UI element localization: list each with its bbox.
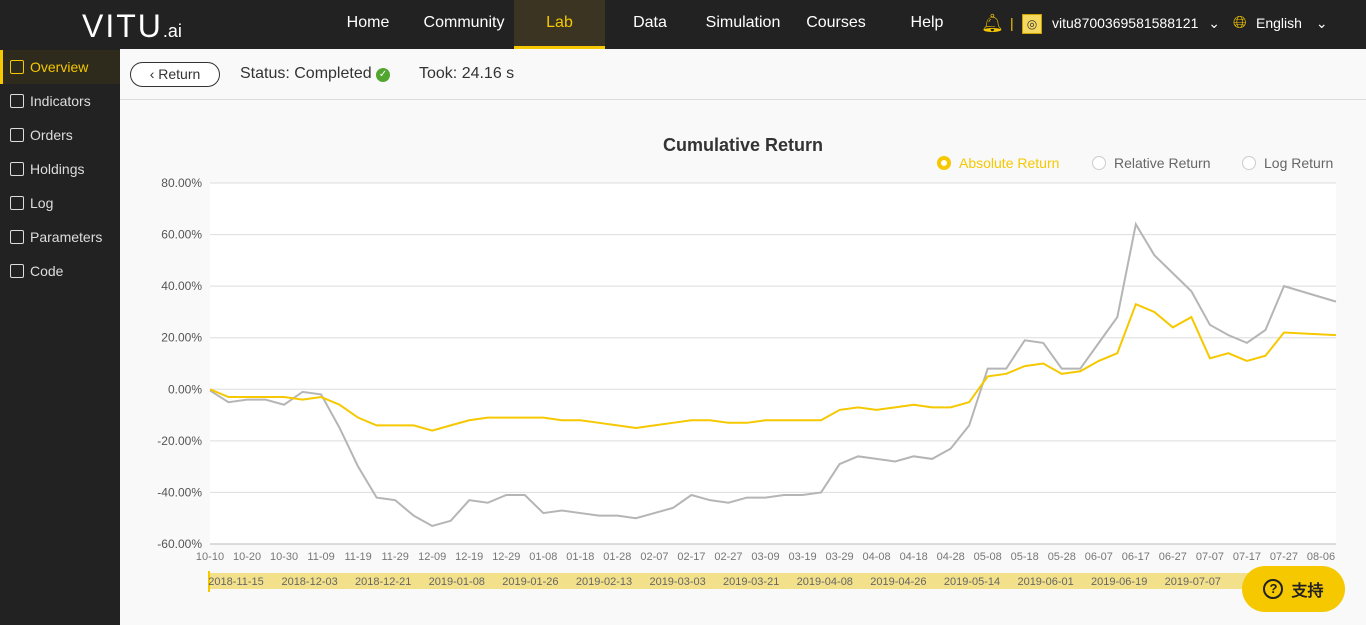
x-tick-label: 07-07 [1196,551,1224,563]
x-tick-label: 04-18 [900,551,928,563]
slider-date-label: 2019-05-14 [944,576,1000,588]
x-tick-label: 02-27 [714,551,742,563]
x-tick-label: 06-27 [1159,551,1187,563]
x-tick-label: 08-06 [1307,551,1335,563]
slider-date-label: 2019-02-13 [576,576,632,588]
x-tick-label: 10-10 [196,551,224,563]
x-tick-label: 03-09 [751,551,779,563]
x-tick-label: 07-27 [1270,551,1298,563]
x-tick-label: 07-17 [1233,551,1261,563]
x-tick-label: 05-28 [1048,551,1076,563]
slider-date-label: 2019-06-19 [1091,576,1147,588]
y-tick-label: -20.00% [157,434,202,448]
x-tick-label: 06-17 [1122,551,1150,563]
x-tick-label: 11-29 [382,551,409,563]
x-tick-label: 01-08 [529,551,557,563]
slider-date-label: 2019-06-01 [1017,576,1073,588]
x-tick-label: 11-09 [307,551,334,563]
x-tick-label: 03-19 [788,551,816,563]
y-tick-label: -60.00% [157,537,202,551]
x-tick-label: 06-07 [1085,551,1113,563]
x-tick-label: 04-08 [863,551,891,563]
slider-date-label: 2018-12-21 [355,576,411,588]
y-tick-label: -40.00% [157,485,202,499]
slider-date-label: 2019-04-08 [797,576,853,588]
x-tick-label: 12-09 [418,551,446,563]
x-tick-label: 12-19 [455,551,483,563]
slider-date-label: 2019-01-26 [502,576,558,588]
slider-date-label: 2019-01-08 [429,576,485,588]
x-tick-label: 12-29 [492,551,520,563]
x-tick-label: 10-30 [270,551,298,563]
y-tick-label: 60.00% [161,228,202,242]
x-tick-label: 11-19 [344,551,371,563]
x-tick-label: 02-07 [640,551,668,563]
x-tick-label: 04-28 [937,551,965,563]
y-tick-label: 20.00% [161,331,202,345]
slider-date-label: 2018-12-03 [281,576,337,588]
y-tick-label: 40.00% [161,279,202,293]
x-tick-label: 05-08 [974,551,1002,563]
slider-date-label: 2018-11-15 [208,576,263,588]
x-tick-label: 10-20 [233,551,261,563]
support-button[interactable]: ? 支持 [1242,566,1345,612]
x-tick-label: 02-17 [677,551,705,563]
y-tick-label: 0.00% [168,382,202,396]
slider-date-label: 2019-07-07 [1165,576,1221,588]
slider-date-label: 2019-03-03 [649,576,705,588]
cumulative-return-chart: 80.00% 60.00% 40.00% 20.00% 0.00% -20.00% -40.… [157,176,1337,592]
x-tick-label: 03-29 [825,551,853,563]
x-tick-label: 01-28 [603,551,631,563]
slider-date-label: 2019-03-21 [723,576,779,588]
plot-area [210,183,1336,544]
slider-date-label: 2019-04-26 [870,576,926,588]
question-icon: ? [1263,579,1284,599]
x-tick-label: 05-18 [1011,551,1039,563]
x-tick-label: 01-18 [566,551,594,563]
y-tick-label: 80.00% [161,176,202,190]
